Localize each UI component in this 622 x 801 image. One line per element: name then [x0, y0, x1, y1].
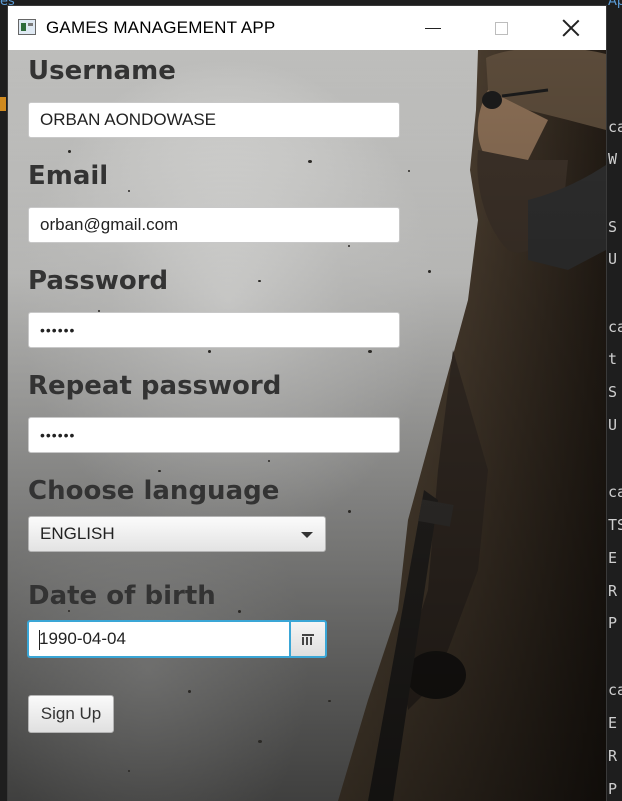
background-text-fragment: S [608, 218, 618, 236]
background-editor-left-strip [0, 0, 8, 801]
maximize-button[interactable] [478, 6, 524, 50]
username-input[interactable]: ORBAN AONDOWASE [28, 102, 400, 138]
language-label: Choose language [28, 476, 280, 506]
background-text-fragment: W [608, 150, 618, 168]
language-select[interactable]: ENGLISH [28, 516, 326, 552]
app-window-icon [18, 19, 36, 35]
app-window: GAMES MANAGEMENT APP Username ORBAN AOND… [8, 6, 606, 801]
minimize-button[interactable] [410, 6, 456, 50]
background-text-fragment: E [608, 549, 618, 567]
window-title: GAMES MANAGEMENT APP [46, 18, 276, 37]
background-text-fragment: t [608, 350, 618, 368]
background-text-fragment: ca [608, 118, 622, 136]
background-text-fragment: E [608, 714, 618, 732]
language-select-value: ENGLISH [40, 524, 115, 543]
maximize-icon [494, 21, 508, 35]
background-text-fragment: U [608, 416, 618, 434]
repeat-password-label: Repeat password [28, 371, 282, 401]
text-caret [39, 630, 40, 650]
calendar-icon [302, 633, 314, 645]
background-text-fragment: S [608, 383, 618, 401]
background-text-fragment: U [608, 250, 618, 268]
background-editor-right-strip: Ap ca W S U ca t S U ca TS E R P ca E R … [606, 0, 622, 801]
date-of-birth-value: 1990-04-04 [39, 629, 126, 648]
email-label: Email [28, 161, 109, 191]
background-text-fragment: R [608, 582, 618, 600]
chevron-down-icon [301, 532, 313, 538]
password-label: Password [28, 266, 169, 296]
background-text-fragment: P [608, 780, 618, 798]
date-of-birth-label: Date of birth [28, 581, 216, 611]
sign-up-button[interactable]: Sign Up [28, 695, 114, 733]
background-text-fragment: ca [608, 483, 622, 501]
editor-marker [0, 97, 6, 111]
repeat-password-input[interactable]: •••••• [28, 417, 400, 453]
background-text-fragment: R [608, 747, 618, 765]
username-label: Username [28, 56, 176, 86]
date-of-birth-input[interactable]: 1990-04-04 [27, 620, 289, 658]
background-text-fragment: TS [608, 516, 622, 534]
close-button[interactable] [548, 6, 594, 50]
background-text-fragment: ca [608, 681, 622, 699]
signup-form-panel: Username ORBAN AONDOWASE Email orban@gma… [8, 50, 606, 801]
background-text-fragment: P [608, 614, 618, 632]
background-text-fragment: ca [608, 318, 622, 336]
email-input[interactable]: orban@gmail.com [28, 207, 400, 243]
title-bar[interactable]: GAMES MANAGEMENT APP [8, 6, 606, 50]
background-text-fragment: Ap [608, 0, 622, 9]
close-icon [562, 19, 580, 37]
minimize-icon [425, 27, 441, 29]
password-input[interactable]: •••••• [28, 312, 400, 348]
date-picker-button[interactable] [289, 620, 327, 658]
